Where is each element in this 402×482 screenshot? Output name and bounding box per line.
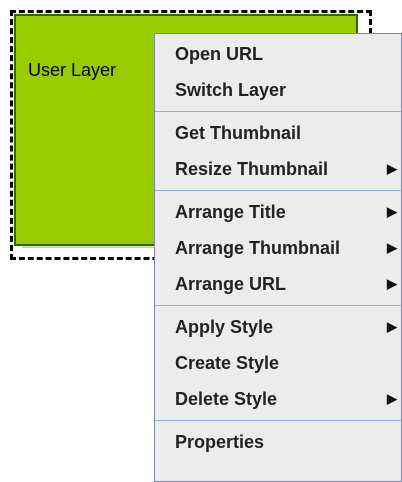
menu-item-open-url[interactable]: Open URL bbox=[155, 36, 401, 72]
menu-item-resize-thumbnail[interactable]: Resize Thumbnail ▶ bbox=[155, 151, 401, 187]
menu-item-apply-style[interactable]: Apply Style ▶ bbox=[155, 309, 401, 345]
submenu-arrow-icon: ▶ bbox=[387, 276, 397, 291]
menu-item-label: Create Style bbox=[175, 353, 280, 373]
submenu-arrow-icon: ▶ bbox=[387, 161, 397, 176]
menu-item-get-thumbnail[interactable]: Get Thumbnail bbox=[155, 115, 401, 151]
menu-item-label: Properties bbox=[175, 432, 265, 452]
menu-separator bbox=[155, 190, 401, 191]
menu-group-arrange: Arrange Title ▶ Arrange Thumbnail ▶ Arra… bbox=[155, 192, 401, 304]
layer-label: User Layer bbox=[28, 60, 117, 80]
submenu-arrow-icon: ▶ bbox=[387, 391, 397, 406]
menu-item-create-style[interactable]: Create Style bbox=[155, 345, 401, 381]
menu-item-label: Arrange Thumbnail bbox=[175, 238, 341, 258]
menu-item-delete-style[interactable]: Delete Style ▶ bbox=[155, 381, 401, 417]
menu-group-thumbnail: Get Thumbnail Resize Thumbnail ▶ bbox=[155, 113, 401, 189]
menu-item-properties[interactable]: Properties bbox=[155, 424, 401, 460]
menu-item-label: Delete Style bbox=[175, 389, 278, 409]
submenu-arrow-icon: ▶ bbox=[387, 204, 397, 219]
context-menu: Open URL Switch Layer Get Thumbnail Resi… bbox=[154, 33, 402, 482]
menu-item-label: Switch Layer bbox=[175, 80, 287, 100]
menu-item-label: Apply Style bbox=[175, 317, 274, 337]
submenu-arrow-icon: ▶ bbox=[387, 240, 397, 255]
menu-item-label: Open URL bbox=[175, 44, 263, 64]
menu-group-navigation: Open URL Switch Layer bbox=[155, 34, 401, 110]
menu-separator bbox=[155, 420, 401, 421]
menu-item-arrange-title[interactable]: Arrange Title ▶ bbox=[155, 194, 401, 230]
menu-item-arrange-url[interactable]: Arrange URL ▶ bbox=[155, 266, 401, 302]
menu-group-properties: Properties bbox=[155, 422, 401, 462]
menu-separator bbox=[155, 305, 401, 306]
menu-group-style: Apply Style ▶ Create Style Delete Style … bbox=[155, 307, 401, 419]
submenu-arrow-icon: ▶ bbox=[387, 319, 397, 334]
canvas: User Layer Open URL Switch Layer Get Thu… bbox=[0, 0, 402, 482]
menu-item-label: Arrange Title bbox=[175, 202, 286, 222]
menu-item-switch-layer[interactable]: Switch Layer bbox=[155, 72, 401, 108]
menu-separator bbox=[155, 111, 401, 112]
menu-item-label: Get Thumbnail bbox=[175, 123, 301, 143]
menu-item-label: Resize Thumbnail bbox=[175, 159, 329, 179]
menu-item-label: Arrange URL bbox=[175, 274, 287, 294]
menu-item-arrange-thumbnail[interactable]: Arrange Thumbnail ▶ bbox=[155, 230, 401, 266]
